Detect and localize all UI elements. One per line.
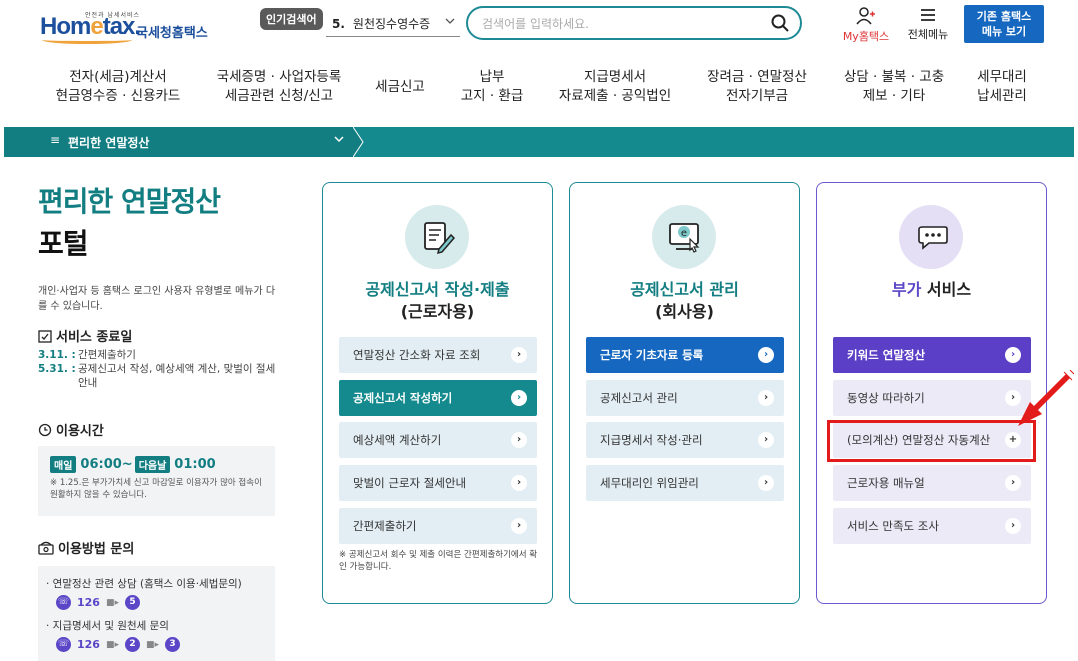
nav-item-payment[interactable]: 납부 고지 · 환급 bbox=[454, 68, 530, 106]
breadcrumb-label: 편리한 연말정산 bbox=[68, 136, 150, 150]
simple-submit-button[interactable]: 간편제출하기 › bbox=[339, 508, 537, 544]
header: 안전과 납세서비스 Hometax. 국세청홈택스 인기검색어 5. 원천징수영… bbox=[0, 0, 1078, 60]
chevron-right-icon: › bbox=[511, 390, 527, 406]
manage-deduction-form-button[interactable]: 공제신고서 관리 › bbox=[586, 380, 784, 416]
page-title: 편리한 연말정산 bbox=[38, 185, 221, 218]
card-note: ※ 공제신고서 회수 및 제출 이력은 간편제출하기에서 확인 가능합니다. bbox=[339, 550, 538, 572]
hours-heading: 이용시간 bbox=[38, 420, 104, 439]
phone-icon bbox=[38, 541, 54, 555]
popular-search-select[interactable]: 5. 원천징수영수증 bbox=[326, 11, 460, 37]
breadcrumb-bar: ≡ 편리한 연말정산 bbox=[4, 127, 1074, 157]
nav-item-consultation[interactable]: 상담 · 불복 · 고충 제보 · 기타 bbox=[836, 68, 952, 106]
service-end-list: 3.11. : 간편제출하기 5.31. : 공제신고서 작성, 예상세액 계산, … bbox=[38, 349, 276, 389]
card-deduction-employee: 공제신고서 작성·제출 (근로자용) 연말정산 간소화 자료 조회 › 공제신고서 … bbox=[322, 182, 553, 604]
chevron-down-icon bbox=[444, 15, 456, 30]
page-description: 개인·사업자 등 홈택스 로그인 사용자 유형별로 메뉴가 다를 수 있습니다. bbox=[38, 286, 276, 312]
menu-icon: ≡ bbox=[50, 133, 61, 147]
chevron-right-icon: › bbox=[758, 475, 774, 491]
inquiry-heading: 이용방법 문의 bbox=[38, 538, 134, 557]
page-title-sub: 포털 bbox=[38, 227, 89, 260]
highlight-box bbox=[827, 420, 1036, 462]
nav-item-payment-statement[interactable]: 지급명세서 자료제출 · 공익법인 bbox=[554, 68, 676, 106]
clock-icon bbox=[38, 423, 52, 436]
breadcrumb-divider bbox=[353, 127, 364, 157]
phone-icon: ☏ bbox=[56, 595, 71, 610]
chevron-right-icon: › bbox=[511, 518, 527, 534]
phone-icon: ☏ bbox=[56, 637, 71, 652]
nav-item-year-end[interactable]: 장려금 · 연말정산 전자기부금 bbox=[702, 68, 812, 106]
popular-search-badge: 인기검색어 bbox=[260, 8, 323, 30]
user-icon bbox=[856, 7, 875, 25]
nav-item-tax-return[interactable]: 세금신고 bbox=[370, 78, 430, 97]
employee-basic-data-button[interactable]: 근로자 기초자료 등록 › bbox=[586, 337, 784, 373]
my-hometax-button[interactable]: My홈택스 bbox=[836, 6, 896, 44]
chevron-right-icon: › bbox=[511, 475, 527, 491]
employee-manual-button[interactable]: 근로자용 매뉴얼 › bbox=[833, 465, 1031, 501]
monitor-e-icon: e bbox=[652, 205, 716, 269]
logo-subtitle: 국세청홈택스 bbox=[136, 26, 208, 41]
search-icon[interactable] bbox=[770, 13, 790, 33]
satisfaction-survey-button[interactable]: 서비스 만족도 조사 › bbox=[833, 508, 1031, 544]
card-title: 공제신고서 관리 (회사용) bbox=[630, 280, 739, 321]
search-box bbox=[466, 6, 802, 40]
search-input[interactable] bbox=[482, 14, 762, 34]
chevron-right-icon: › bbox=[758, 347, 774, 363]
write-deduction-form-button[interactable]: 공제신고서 작성하기 › bbox=[339, 380, 537, 416]
hamburger-icon bbox=[921, 9, 935, 21]
chevron-right-icon: › bbox=[758, 390, 774, 406]
chevron-down-icon bbox=[334, 133, 344, 147]
simplified-data-lookup-button[interactable]: 연말정산 간소화 자료 조회 › bbox=[339, 337, 537, 373]
svg-text:e: e bbox=[681, 228, 687, 239]
nav-item-e-invoice[interactable]: 전자(세금)계산서 현금영수증 · 신용카드 bbox=[52, 68, 184, 106]
calendar-check-icon bbox=[38, 329, 52, 343]
chat-bubble-icon bbox=[899, 205, 963, 269]
card-title: 공제신고서 작성·제출 (근로자용) bbox=[365, 280, 510, 321]
inquiry-box: · 연말정산 관련 상담 (홈택스 이용·세법문의) ☏ 126 ■▸ 5 · … bbox=[38, 566, 275, 661]
payment-statement-button[interactable]: 지급명세서 작성·관리 › bbox=[586, 422, 784, 458]
old-menu-button[interactable]: 기존 홈택스 메뉴 보기 bbox=[964, 5, 1044, 43]
hometax-logo[interactable]: 안전과 납세서비스 Hometax. 국세청홈택스 bbox=[40, 6, 210, 46]
chevron-right-icon: › bbox=[1005, 518, 1021, 534]
tax-agent-delegation-button[interactable]: 세무대리인 위임관리 › bbox=[586, 465, 784, 501]
chevron-right-icon: › bbox=[511, 347, 527, 363]
hours-box: 매일 06:00~ 다음날 01:00 ※ 1.25.은 부가가치세 신고 마감… bbox=[38, 446, 275, 516]
video-tutorial-button[interactable]: 동영상 따라하기 › bbox=[833, 380, 1031, 416]
card-deduction-company: e 공제신고서 관리 (회사용) 근로자 기초자료 등록 › 공제신고서 관리 › 지… bbox=[569, 182, 800, 604]
logo-swoosh bbox=[42, 36, 132, 44]
next-day-pill: 다음날 bbox=[134, 456, 171, 473]
keyword-year-end-button[interactable]: 키워드 연말정산 › bbox=[833, 337, 1031, 373]
my-hometax-label: My홈택스 bbox=[842, 30, 890, 43]
main-nav: 전자(세금)계산서 현금영수증 · 신용카드 국세증명 · 사업자등록 세금관련 신… bbox=[0, 68, 1078, 114]
hours-note: ※ 1.25.은 부가가치세 신고 마감일로 이용자가 많아 접속이 원활하지 … bbox=[50, 478, 262, 500]
all-menu-button[interactable]: 전체메뉴 bbox=[902, 6, 954, 42]
nav-item-tax-agent[interactable]: 세무대리 납세관리 bbox=[970, 68, 1034, 106]
chevron-right-icon: › bbox=[1005, 475, 1021, 491]
service-end-heading: 서비스 종료일 bbox=[38, 326, 132, 345]
red-arrow-icon bbox=[1018, 370, 1074, 426]
document-edit-icon bbox=[405, 205, 469, 269]
dual-income-guide-button[interactable]: 맞벌이 근로자 절세안내 › bbox=[339, 465, 537, 501]
card-title: 부가 서비스 bbox=[891, 280, 972, 299]
daily-pill: 매일 bbox=[50, 456, 77, 473]
estimated-tax-button[interactable]: 예상세액 계산하기 › bbox=[339, 422, 537, 458]
all-menu-label: 전체메뉴 bbox=[907, 28, 949, 41]
chevron-right-icon: › bbox=[1005, 347, 1021, 363]
breadcrumb[interactable]: ≡ 편리한 연말정산 bbox=[4, 127, 354, 157]
popular-rank: 5. bbox=[332, 16, 345, 31]
popular-term: 원천징수영수증 bbox=[352, 17, 431, 31]
nav-item-certificate[interactable]: 국세증명 · 사업자등록 세금관련 신청/신고 bbox=[210, 68, 348, 106]
chevron-right-icon: › bbox=[758, 432, 774, 448]
left-info-panel: 편리한 연말정산 포털 개인·사업자 등 홈택스 로그인 사용자 유형별로 메뉴… bbox=[38, 180, 278, 661]
chevron-right-icon: › bbox=[511, 432, 527, 448]
